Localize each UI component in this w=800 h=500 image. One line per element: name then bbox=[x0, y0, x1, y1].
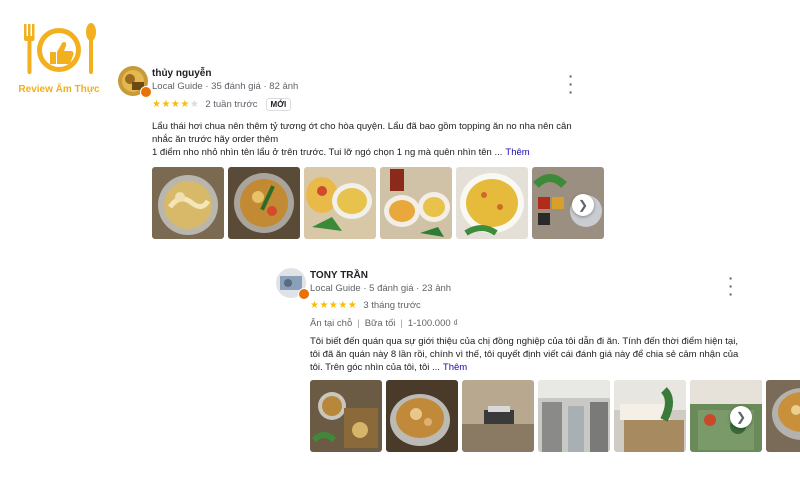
tag-meal: Bữa tối bbox=[364, 318, 396, 329]
review-photo[interactable] bbox=[538, 380, 610, 452]
review-photo[interactable] bbox=[310, 380, 382, 452]
chevron-right-icon[interactable]: ❯ bbox=[730, 406, 752, 428]
review-text: Lẩu thái hơi chua nên thêm tỷ tương ớt c… bbox=[152, 120, 602, 159]
review-text-line: tôi. Trên góc nhìn của tôi, tôi ... Thêm bbox=[310, 362, 468, 373]
review-photo[interactable] bbox=[462, 380, 534, 452]
star-rating: ★★★★★ bbox=[152, 99, 200, 110]
review-text-line: 1 điểm nho nhỏ nhìn tên lẩu ở trên trước… bbox=[152, 147, 530, 158]
review-text-line: Tôi biết đến quán qua sự giới thiệu của … bbox=[310, 336, 738, 347]
review-photo[interactable] bbox=[152, 167, 224, 239]
review-text-line: tôi đã ăn quán này 8 lần rồi, chính vì t… bbox=[310, 349, 739, 360]
tag-separator: | bbox=[357, 318, 360, 329]
star-rating: ★★★★★ bbox=[310, 300, 358, 311]
photo-count: 23 ảnh bbox=[421, 283, 452, 294]
review-photo[interactable] bbox=[456, 167, 528, 239]
more-vert-icon[interactable]: · · · bbox=[724, 271, 738, 301]
reviewer-meta: Local Guide · 35 đánh giá · 82 ảnh bbox=[152, 81, 298, 92]
review-time: 2 tuần trước bbox=[205, 99, 258, 110]
local-guide-label: Local Guide bbox=[310, 283, 361, 294]
photo-strip bbox=[152, 167, 604, 239]
review-photo[interactable] bbox=[386, 380, 458, 452]
photo-count: 82 ảnh bbox=[269, 81, 299, 92]
fork-knife-plate-icon bbox=[24, 23, 96, 74]
local-guide-label: Local Guide bbox=[152, 81, 203, 92]
review-photo[interactable] bbox=[380, 167, 452, 239]
chevron-right-icon[interactable]: ❯ bbox=[572, 194, 594, 216]
review-text-line: nhắc ăn trước hãy order thêm bbox=[152, 134, 279, 145]
reviewer-meta: Local Guide · 5 đánh giá · 23 ảnh bbox=[310, 283, 451, 294]
visit-tags: Ăn tại chỗ | Bữa tối | 1-100.000 ₫ bbox=[310, 318, 458, 329]
tag-price: 1-100.000 ₫ bbox=[407, 318, 459, 329]
review-count: 5 đánh giá bbox=[369, 283, 414, 294]
more-link[interactable]: Thêm bbox=[443, 362, 467, 373]
review-photo[interactable] bbox=[228, 167, 300, 239]
reviewer-name[interactable]: TONY TRẦN bbox=[310, 270, 368, 281]
photo-strip bbox=[310, 380, 800, 452]
tag-dine-in: Ăn tại chỗ bbox=[310, 318, 353, 329]
more-vert-icon[interactable]: · · · bbox=[564, 69, 578, 99]
rating-row: ★★★★★ 3 tháng trước bbox=[310, 300, 421, 311]
review-count: 35 đánh giá bbox=[211, 81, 261, 92]
tag-separator: | bbox=[400, 318, 403, 329]
review-photo[interactable] bbox=[304, 167, 376, 239]
local-guide-badge-icon bbox=[140, 86, 152, 98]
rating-row: ★★★★★ 2 tuần trước MỚI bbox=[152, 98, 292, 111]
local-guide-badge-icon bbox=[298, 288, 310, 300]
review-photo[interactable] bbox=[614, 380, 686, 452]
new-badge: MỚI bbox=[265, 98, 292, 111]
review-text-line: Lẩu thái hơi chua nên thêm tỷ tương ớt c… bbox=[152, 121, 572, 132]
review-text: Tôi biết đến quán qua sự giới thiệu của … bbox=[310, 335, 762, 374]
more-link[interactable]: Thêm bbox=[505, 147, 529, 158]
review-photo[interactable] bbox=[766, 380, 800, 452]
reviewer-name[interactable]: thủy nguyễn bbox=[152, 68, 211, 79]
review-time: 3 tháng trước bbox=[363, 300, 421, 311]
brand-logo-text: Review Ẩm Thực bbox=[18, 84, 100, 95]
